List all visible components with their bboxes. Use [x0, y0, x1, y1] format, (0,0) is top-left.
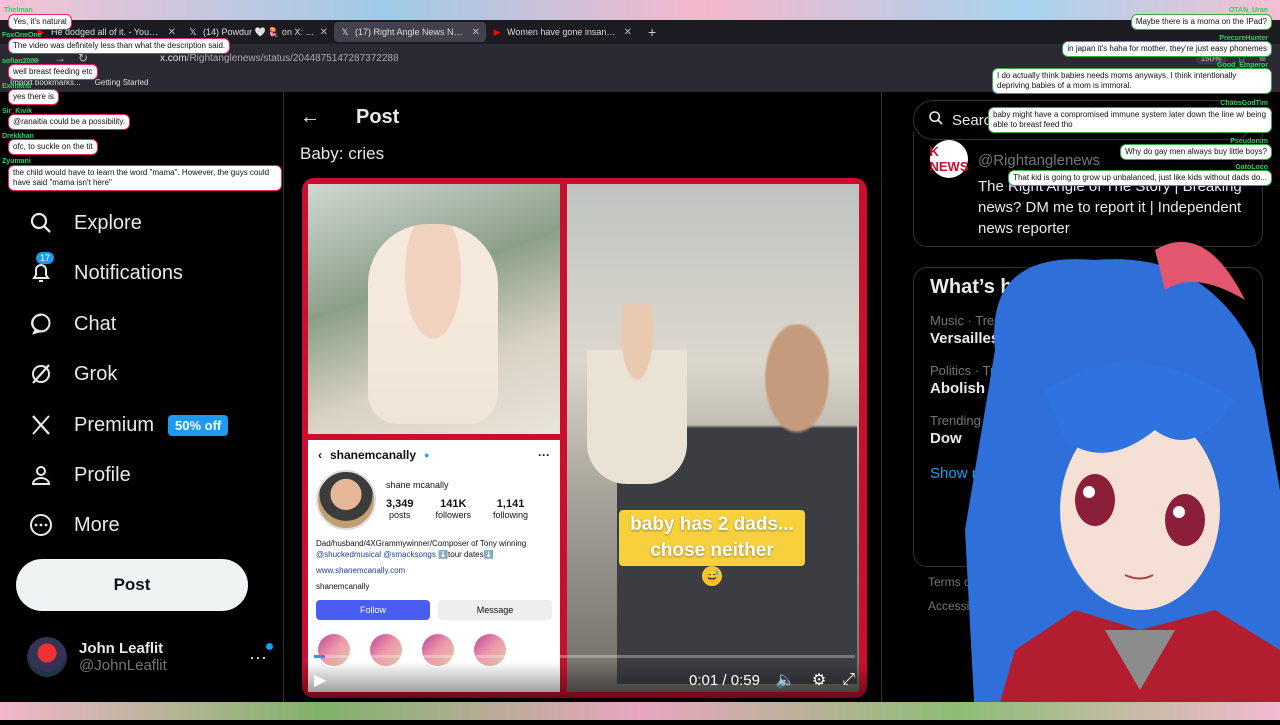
instagram-profile-row: shane mcanally 3,349 posts 141K followers … [308, 470, 560, 530]
instagram-follow: Follow [316, 600, 430, 620]
instagram-threads: shanemcanally [316, 582, 370, 591]
x-logo-icon [28, 412, 54, 438]
instagram-bio: Dad/husband/4XGrammywinner/Composer of T… [308, 530, 560, 592]
chat-message: ofc, to suckle on the tit [8, 139, 98, 155]
x-icon: 𝕏 [189, 27, 197, 37]
sidebar-item-notifications[interactable]: 17 Notifications [28, 252, 183, 286]
chat-message: Why do gay men always buy little boys? [1120, 144, 1272, 160]
chat-username: Thelman [4, 7, 33, 14]
instagram-message: Message [438, 600, 552, 620]
chat-message: I do actually think babies needs moms an… [992, 68, 1272, 94]
search-icon [928, 110, 944, 130]
video-progress-bar[interactable] [314, 655, 855, 658]
more-horizontal-icon[interactable]: ··· [249, 642, 273, 668]
back-arrow-icon[interactable]: ← [300, 106, 320, 129]
x-icon: 𝕏 [341, 27, 349, 37]
close-icon[interactable]: ✕ [624, 27, 632, 38]
more-icon: ··· [538, 448, 550, 462]
video-controls: ▶ 0:01 / 0:59 🔈 ⚙ ⤢ [302, 662, 867, 698]
account-name: John Leaflit [79, 640, 164, 657]
chat-username: Zyumani [2, 158, 31, 165]
video-frame-crying-baby [308, 184, 560, 434]
news-logo: K NEWS [930, 140, 969, 178]
close-icon[interactable]: ✕ [168, 27, 176, 38]
vtuber-avatar [955, 230, 1280, 720]
profile-handle[interactable]: @Rightanglenews [978, 152, 1100, 169]
stream-decoration-bottom [0, 702, 1280, 720]
bell-icon: 17 [28, 252, 55, 286]
instagram-buttons: Follow Message [308, 592, 560, 628]
account-handle: @JohnLeaflit [79, 657, 167, 674]
video-time: 0:01 / 0:59 [689, 671, 760, 689]
person-icon [28, 462, 54, 488]
instagram-header: ‹ shanemcanally ● ··· [308, 440, 560, 470]
chat-message: yes there is [8, 89, 59, 105]
instagram-stats: 3,349 posts 141K followers 1,141 following [386, 498, 528, 520]
premium-discount-pill: 50% off [168, 414, 229, 436]
play-icon[interactable]: ▶ [314, 670, 326, 690]
stat-followers: 141K followers [435, 498, 472, 520]
video-frame-dad-and-baby: baby has 2 dads... chose neither 😅 [567, 184, 859, 692]
account-switcher[interactable]: John Leaflit @JohnLeaflit ··· [27, 637, 273, 677]
bookmark-getting-started[interactable]: Getting Started [95, 78, 149, 87]
post-button[interactable]: Post [16, 559, 248, 611]
stat-posts: 3,349 posts [386, 498, 414, 520]
notification-badge: 17 [36, 252, 55, 264]
chat-message: The video was definitely less than what … [8, 38, 231, 54]
grok-icon [28, 361, 54, 387]
new-tab-button[interactable]: + [648, 24, 656, 40]
chat-bubble-icon [28, 311, 54, 337]
chat-username: OTAN_Uran [1228, 7, 1268, 14]
instagram-username: shanemcanally [330, 448, 417, 462]
sidebar-item-grok[interactable]: Grok [28, 361, 117, 387]
browser-tab[interactable]: ▶Women have gone insane.. - Yo✕ [486, 22, 638, 42]
fullscreen-icon[interactable]: ⤢ [842, 671, 855, 689]
chat-message: in japan it's haha for mother. they're j… [1062, 41, 1272, 57]
instagram-website: www.shanemcanally.com [316, 566, 406, 575]
sidebar-item-explore[interactable]: Explore [28, 210, 142, 236]
video-progress-fill [314, 655, 325, 658]
chat-message: baby might have a compromised immune sys… [988, 107, 1272, 133]
browser-tab-active[interactable]: 𝕏(17) Right Angle News Network✕ [334, 22, 486, 42]
chat-message: Yes, it's natural [8, 14, 72, 30]
baby-figure [587, 304, 687, 484]
chat-message: @ranaitia could be a possibility. [8, 114, 131, 130]
unread-dot [266, 642, 273, 650]
avatar [27, 637, 67, 677]
search-icon [28, 210, 54, 236]
main-column: ← Post Baby: cries ‹ shanemcanally ● ···… [283, 92, 882, 702]
chat-message: well breast feeding etc [8, 64, 98, 80]
close-icon[interactable]: ✕ [320, 27, 328, 38]
page-title: Post [356, 106, 400, 128]
chat-message: the child would have to learn the word "… [8, 165, 282, 191]
chevron-left-icon: ‹ [318, 448, 322, 462]
verified-icon: ● [424, 450, 430, 460]
chat-message: Maybe there is a moma on the IPad? [1130, 14, 1272, 30]
chat-username: ChaosGodTim [1220, 100, 1268, 107]
sidebar-item-chat[interactable]: Chat [28, 311, 116, 337]
sidebar-item-more[interactable]: More [28, 512, 120, 538]
more-circle-icon [28, 512, 54, 538]
video-caption: baby has 2 dads... chose neither [619, 510, 805, 566]
post-header: ← Post [300, 106, 399, 129]
sidebar-item-profile[interactable]: Profile [28, 462, 131, 488]
volume-icon[interactable]: 🔈 [776, 670, 796, 690]
stream-decoration-top [0, 0, 1280, 20]
stat-following: 1,141 following [493, 498, 529, 520]
settings-gear-icon[interactable]: ⚙ [812, 670, 826, 690]
instagram-avatar [316, 470, 376, 530]
url-field[interactable]: x.com/Rightanglenews/status/204487514728… [160, 53, 1196, 64]
youtube-icon: ▶ [493, 27, 501, 37]
instagram-display-name: shane mcanally [386, 480, 449, 490]
chat-message: That kid is going to grow up unbalanced,… [1008, 170, 1272, 186]
sweat-smile-emoji: 😅 [702, 566, 722, 586]
baby-figure [368, 224, 498, 424]
sidebar-item-premium[interactable]: Premium 50% off [28, 412, 229, 438]
video-player[interactable]: ‹ shanemcanally ● ··· shane mcanally 3,3… [302, 178, 867, 698]
close-icon[interactable]: ✕ [472, 27, 480, 38]
tweet-text: Baby: cries [300, 144, 385, 163]
